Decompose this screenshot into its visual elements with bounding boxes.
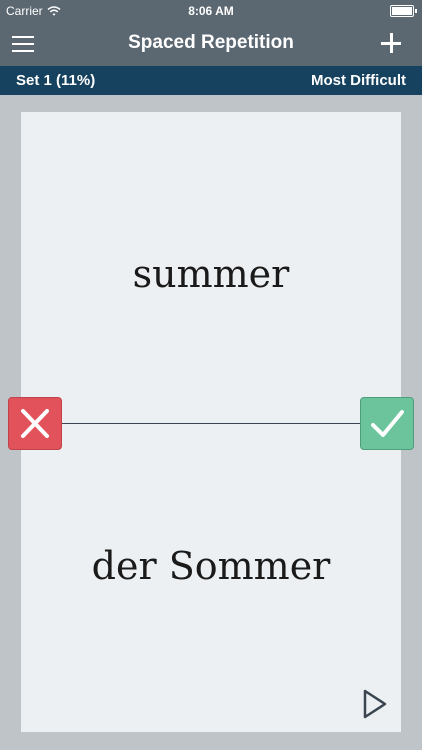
card-divider [60, 423, 362, 424]
navigation-bar: Spaced Repetition [0, 22, 422, 66]
page-title: Spaced Repetition [128, 32, 294, 53]
wrong-button[interactable] [8, 397, 62, 450]
x-icon [21, 409, 49, 438]
checkmark-icon [371, 410, 404, 437]
flashcard[interactable]: summer der Sommer [21, 112, 401, 732]
difficulty-filter[interactable]: Most Difficult [311, 72, 406, 89]
plus-icon[interactable] [376, 30, 406, 58]
right-button[interactable] [360, 397, 414, 450]
status-bar: Carrier 8:06 AM [0, 0, 422, 22]
status-time: 8:06 AM [188, 4, 234, 18]
battery-icon [390, 5, 417, 17]
set-label[interactable]: Set 1 (11%) [16, 72, 95, 89]
play-icon[interactable] [361, 688, 389, 720]
menu-icon[interactable] [12, 30, 52, 58]
card-back-word: der Sommer [91, 544, 331, 588]
card-front-word: summer [132, 252, 290, 296]
set-info-bar: Set 1 (11%) Most Difficult [0, 66, 422, 95]
